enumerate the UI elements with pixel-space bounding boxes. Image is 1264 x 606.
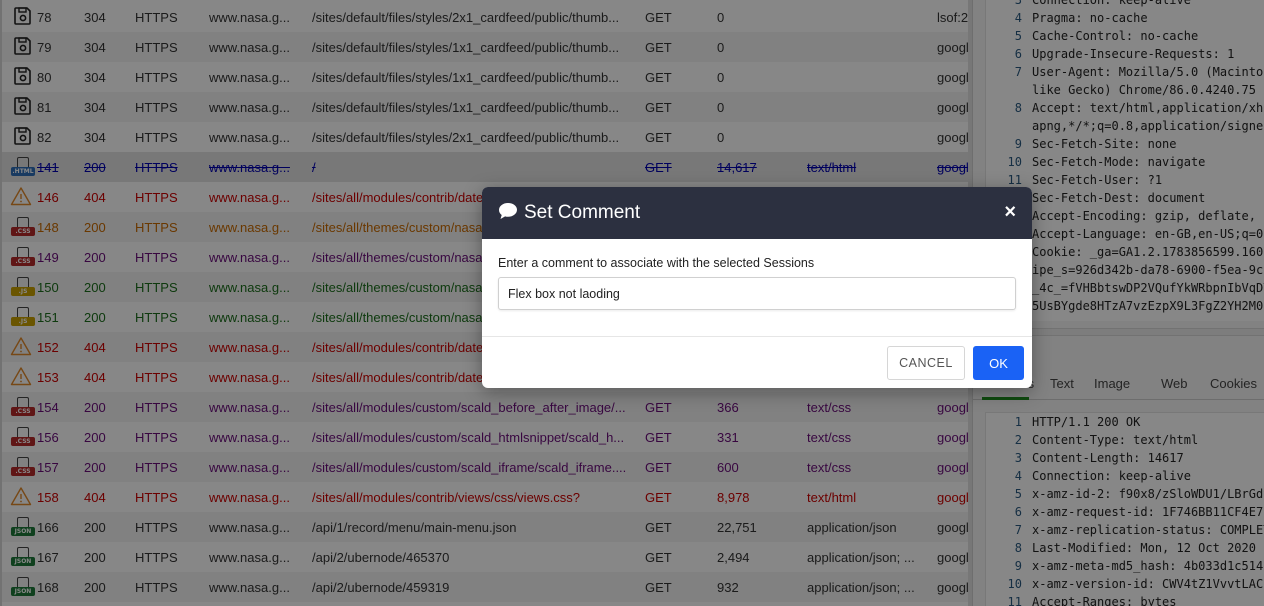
comment-icon	[498, 202, 518, 225]
close-icon[interactable]: ×	[1004, 201, 1016, 223]
comment-input[interactable]	[498, 277, 1016, 310]
set-comment-dialog: Set Comment × Enter a comment to associa…	[482, 187, 1032, 388]
ok-button[interactable]: OK	[973, 346, 1024, 380]
dialog-header: Set Comment ×	[482, 187, 1032, 239]
cancel-button[interactable]: CANCEL	[887, 346, 965, 380]
dialog-body: Enter a comment to associate with the se…	[482, 239, 1032, 337]
comment-prompt: Enter a comment to associate with the se…	[498, 256, 815, 270]
dialog-title: Set Comment	[524, 202, 641, 223]
dialog-footer: CANCEL OK	[482, 337, 1032, 388]
